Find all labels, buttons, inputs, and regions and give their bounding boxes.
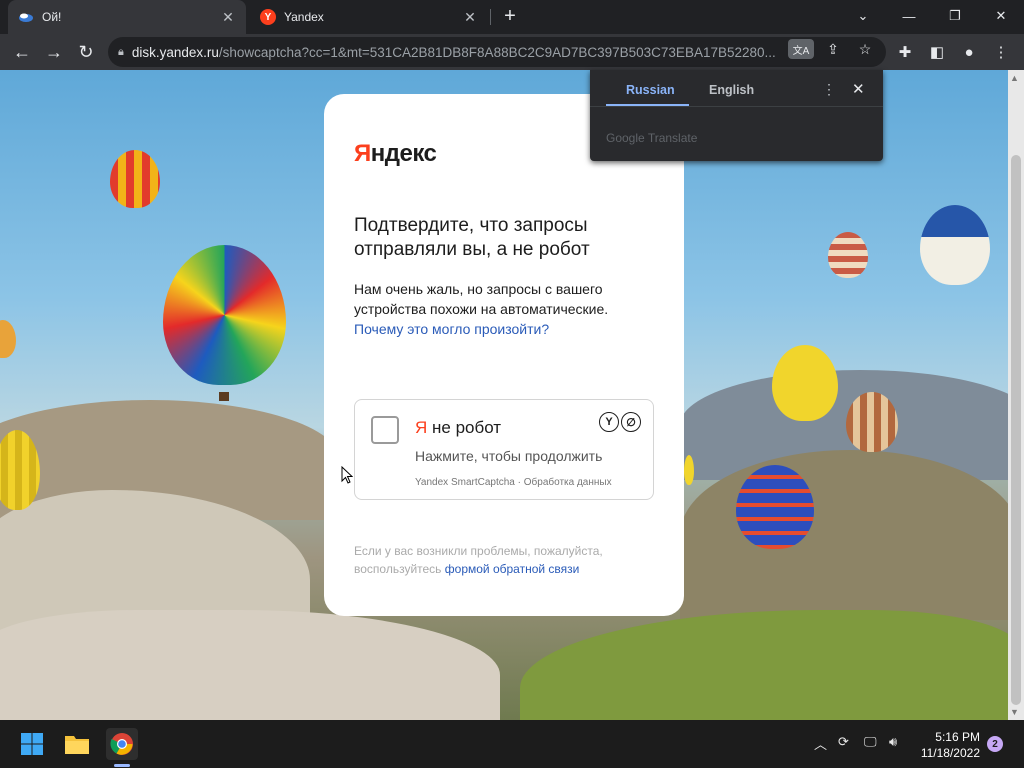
minimize-icon[interactable]: — <box>886 0 932 32</box>
notification-badge[interactable]: 2 <box>987 736 1003 752</box>
tab-search-icon[interactable]: ⌄ <box>840 0 886 32</box>
forward-arrow-icon[interactable]: → <box>40 38 68 66</box>
captcha-footer[interactable]: Yandex SmartCaptcha · Обработка данных <box>415 477 612 488</box>
profile-icon[interactable]: ● <box>958 41 980 63</box>
tab-yandex[interactable]: Y Yandex ✕ <box>250 0 488 34</box>
browser-tab-bar: Ой! ✕ Y Yandex ✕ + ⌄ — ❐ ✕ <box>0 0 1024 34</box>
valley <box>680 450 1008 620</box>
captcha-description: Нам очень жаль, но запросы с вашего устр… <box>354 279 654 339</box>
sync-alert-icon[interactable]: ⟳ <box>838 734 849 750</box>
hot-air-balloon <box>736 465 814 549</box>
chrome-icon[interactable] <box>106 728 138 760</box>
tab-oy[interactable]: Ой! ✕ <box>8 0 246 34</box>
share-icon[interactable]: ⇪ <box>820 39 846 59</box>
tab-title: Ой! <box>42 10 62 24</box>
logo-rest: ндекс <box>370 140 437 167</box>
hot-air-balloon <box>920 205 990 285</box>
window-close-icon[interactable]: ✕ <box>978 0 1024 32</box>
new-tab-button[interactable]: + <box>498 5 522 29</box>
reload-icon[interactable]: ↻ <box>72 38 100 66</box>
lock-icon[interactable]: 🔒︎ <box>118 46 124 59</box>
hot-air-balloon <box>772 345 838 421</box>
clock-time: 5:16 PM <box>935 730 980 744</box>
page-viewport: Яндекс Подтвердите, что запросы отправля… <box>0 70 1008 720</box>
page-title: Подтвердите, что запросы отправляли вы, … <box>354 215 590 260</box>
scrollbar-thumb[interactable] <box>1011 155 1021 705</box>
logo-first-letter: Я <box>354 140 371 167</box>
browser-toolbar: ← → ↻ 🔒︎ disk.yandex.ru /showcaptcha?cc=… <box>0 34 1024 70</box>
active-app-indicator <box>114 764 130 767</box>
description-text: Нам очень жаль, но запросы с вашего устр… <box>354 281 609 317</box>
translate-icon[interactable]: 文A <box>788 39 814 59</box>
close-icon[interactable]: ✕ <box>220 9 236 26</box>
label-prefix: Я <box>415 418 428 437</box>
side-panel-icon[interactable]: ◧ <box>926 41 948 63</box>
balloon-basket <box>219 392 229 401</box>
tab-title: Yandex <box>284 10 324 24</box>
problem-note: Если у вас возникли проблемы, пожалуйста… <box>354 542 654 578</box>
why-link[interactable]: Почему это могло произойти? <box>354 321 549 337</box>
yandex-disk-icon <box>18 9 34 25</box>
not-robot-checkbox[interactable] <box>371 416 399 444</box>
url-path: /showcaptcha?cc=1&mt=531CA2B81DB8F8A88BC… <box>218 44 776 60</box>
hot-air-balloon <box>828 232 868 278</box>
hot-air-balloon <box>0 320 16 358</box>
google-translate-brand: Google Translate <box>606 131 698 145</box>
captcha-hint: Нажмите, чтобы продолжить <box>415 448 603 464</box>
menu-kebab-icon[interactable]: ⋮ <box>990 41 1012 63</box>
tab-divider <box>490 9 491 25</box>
mouse-cursor-icon <box>341 466 353 484</box>
green-hillside <box>520 610 1008 720</box>
translate-options-icon[interactable]: ⋮ <box>822 81 836 98</box>
smart-captcha-widget[interactable]: Я не робот Нажмите, чтобы продолжить Yan… <box>354 399 654 500</box>
captcha-card: Яндекс Подтвердите, что запросы отправля… <box>324 94 684 616</box>
back-arrow-icon[interactable]: ← <box>8 38 36 66</box>
not-robot-label[interactable]: Я не робот <box>415 418 501 438</box>
translate-popup: Russian English ⋮ ✕ Google Translate <box>590 70 883 161</box>
rock-formations <box>0 610 500 720</box>
network-icon[interactable]: 🖵︎ <box>864 734 877 750</box>
smartcaptcha-logo-icon: Y ∅ <box>599 412 641 432</box>
bookmark-star-icon[interactable]: ☆ <box>852 39 878 59</box>
yandex-logo: Яндекс <box>354 140 437 168</box>
hot-air-balloon <box>846 392 898 452</box>
close-icon[interactable]: ✕ <box>462 9 478 26</box>
system-clock[interactable]: 5:16 PM 11/18/2022 <box>916 729 980 761</box>
hot-air-balloon <box>684 455 694 485</box>
chevron-up-icon[interactable]: ︿ <box>814 734 827 753</box>
hot-air-balloon <box>163 245 286 385</box>
address-bar[interactable]: 🔒︎ disk.yandex.ru /showcaptcha?cc=1&mt=5… <box>108 37 886 67</box>
scroll-up-arrow-icon[interactable]: ▲ <box>1010 73 1019 83</box>
translate-close-icon[interactable]: ✕ <box>852 80 865 98</box>
hot-air-balloon <box>110 150 160 208</box>
url-host: disk.yandex.ru <box>131 44 219 60</box>
scroll-down-arrow-icon[interactable]: ▼ <box>1010 707 1019 717</box>
windows-start-icon[interactable] <box>16 728 48 760</box>
extensions-puzzle-icon[interactable]: ✚ <box>894 41 916 63</box>
tab-russian[interactable]: Russian <box>626 83 675 97</box>
divider <box>590 106 883 107</box>
feedback-link[interactable]: формой обратной связи <box>445 562 580 576</box>
restore-icon[interactable]: ❐ <box>932 0 978 32</box>
yandex-icon: Y <box>260 9 276 25</box>
volume-icon[interactable]: 🔊︎ <box>889 734 897 750</box>
tab-english[interactable]: English <box>709 83 754 97</box>
file-explorer-icon[interactable] <box>61 728 93 760</box>
label-rest: не робот <box>427 418 502 437</box>
windows-taskbar: ︿ ⟳ 🖵︎ 🔊︎ 5:16 PM 11/18/2022 2 <box>0 720 1024 768</box>
clock-date: 11/18/2022 <box>920 746 980 760</box>
